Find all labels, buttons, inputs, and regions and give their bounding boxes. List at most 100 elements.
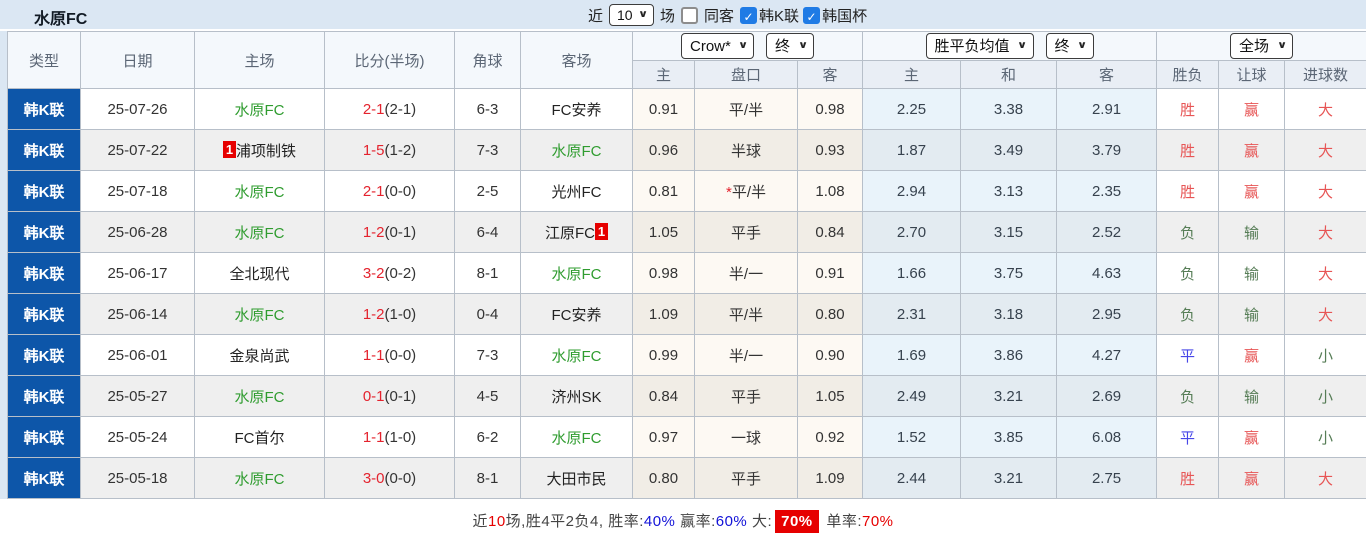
handicap-result-cell: 赢 [1219,89,1285,130]
asia-handicap: 平手 [695,458,798,499]
asia-away-odds: 0.93 [798,130,863,171]
asia-away-odds: 0.84 [798,212,863,253]
europe-home-odds: 1.66 [863,253,961,294]
home-team-cell: FC首尔 [195,417,325,458]
result-cell: 胜 [1157,130,1219,171]
result-cell: 负 [1157,212,1219,253]
score-cell: 3-0(0-0) [325,458,455,499]
table-row: 韩K联 25-06-01 金泉尚武 1-1(0-0) 7-3 水原FC 0.99… [8,335,1366,376]
score-cell: 3-2(0-2) [325,253,455,294]
asia-period-select[interactable]: 终 [767,34,813,58]
asia-handicap: 半/一 [695,335,798,376]
away-team-name: 光州FC [552,184,602,201]
date-cell: 25-05-24 [81,417,195,458]
recent-count-select[interactable]: 10 [610,5,653,25]
league-cell: 韩K联 [8,130,81,171]
same-venue-checkbox[interactable] [681,7,698,24]
scope-dropdown-group: 全场 ∨ [1157,32,1366,61]
halftime-score: (0-1) [385,224,417,241]
asia-handicap: 平/半 [695,294,798,335]
table-row: 韩K联 25-07-22 1浦项制铁 1-5(1-2) 7-3 水原FC 0.9… [8,130,1366,171]
asia-away-odds: 1.08 [798,171,863,212]
away-team-name: 水原FC [552,266,602,283]
europe-home-odds: 1.52 [863,417,961,458]
summary-handicap-label: 赢率: [675,513,715,530]
handicap-result-cell: 赢 [1219,335,1285,376]
result-cell: 胜 [1157,458,1219,499]
league-filter-checkbox[interactable]: ✓ [740,7,757,24]
away-team-cell: 江原FC1 [521,212,633,253]
europe-draw-odds: 3.15 [961,212,1057,253]
halftime-score: (1-0) [385,429,417,446]
date-cell: 25-07-18 [81,171,195,212]
table-row: 韩K联 25-05-24 FC首尔 1-1(1-0) 6-2 水原FC 0.97… [8,417,1366,458]
europe-period-select[interactable]: 终 [1047,34,1093,58]
asia-home-odds: 0.84 [633,376,695,417]
goals-result-cell: 小 [1285,376,1366,417]
asia-home-odds: 0.91 [633,89,695,130]
europe-away-odds: 2.35 [1057,171,1157,212]
handicap-text: 半球 [731,143,761,160]
halftime-score: (0-1) [385,388,417,405]
handicap-result-cell: 赢 [1219,417,1285,458]
asia-away-odds: 1.09 [798,458,863,499]
league-cell: 韩K联 [8,89,81,130]
topbar: 水原FC 近 10 ∨ 场 同客 ✓ 韩K联 ✓ 韩国杯 [0,0,1366,29]
date-cell: 25-06-17 [81,253,195,294]
halftime-score: (0-2) [385,265,417,282]
away-team-name: 大田市民 [546,471,606,488]
asia-home-odds: 0.81 [633,171,695,212]
goals-result-cell: 大 [1285,212,1366,253]
europe-draw-odds: 3.85 [961,417,1057,458]
fulltime-score: 2-1 [363,183,385,200]
date-cell: 25-05-18 [81,458,195,499]
asia-home-odds: 0.99 [633,335,695,376]
europe-home-odds: 2.49 [863,376,961,417]
halftime-score: (0-0) [385,347,417,364]
home-team-name: FC首尔 [235,430,285,447]
home-team-cell: 全北现代 [195,253,325,294]
cup-filter-checkbox[interactable]: ✓ [803,7,820,24]
europe-away-odds: 2.69 [1057,376,1157,417]
away-team-cell: 济州SK [521,376,633,417]
europe-away-odds: 2.52 [1057,212,1157,253]
matches-label: 场 [660,5,675,26]
subheader-europe-away: 客 [1057,61,1157,89]
score-cell: 0-1(0-1) [325,376,455,417]
halftime-score: (2-1) [385,101,417,118]
result-cell: 负 [1157,253,1219,294]
home-team-cell: 水原FC [195,89,325,130]
league-cell: 韩K联 [8,294,81,335]
cup-filter-label: 韩国杯 [822,5,867,26]
fulltime-score: 1-2 [363,224,385,241]
bookmaker-select[interactable]: Crow* [682,34,753,58]
summary-handicap-rate: 60% [716,513,748,530]
asia-away-odds: 1.05 [798,376,863,417]
europe-away-odds: 3.79 [1057,130,1157,171]
asia-away-odds: 0.92 [798,417,863,458]
handicap-text: 半/一 [729,266,763,283]
home-team-cell: 1浦项制铁 [195,130,325,171]
europe-draw-odds: 3.38 [961,89,1057,130]
home-team-cell: 水原FC [195,294,325,335]
europe-home-odds: 1.69 [863,335,961,376]
europe-away-odds: 6.08 [1057,417,1157,458]
handicap-result-cell: 赢 [1219,171,1285,212]
header-corner: 角球 [455,32,521,89]
header-type: 类型 [8,32,81,89]
table-row: 韩K联 25-07-26 水原FC 2-1(2-1) 6-3 FC安养 0.91… [8,89,1366,130]
goals-result-cell: 大 [1285,253,1366,294]
halftime-score: (1-0) [385,306,417,323]
table-wrapper: 类型 日期 主场 比分(半场) 角球 客场 Crow* ∨ [0,31,1366,499]
filter-controls: 近 10 ∨ 场 同客 ✓ 韩K联 ✓ 韩国杯 [588,2,867,28]
handicap-text: 平/半 [729,307,763,324]
home-team-name: 水原FC [235,389,285,406]
home-team-name: 水原FC [235,102,285,119]
header-score: 比分(半场) [325,32,455,89]
asia-home-odds: 1.09 [633,294,695,335]
score-cell: 1-2(1-0) [325,294,455,335]
europe-source-select[interactable]: 胜平负均值 [927,34,1033,58]
scope-select[interactable]: 全场 [1231,34,1292,58]
goals-result-cell: 大 [1285,171,1366,212]
handicap-text: 半/一 [729,348,763,365]
